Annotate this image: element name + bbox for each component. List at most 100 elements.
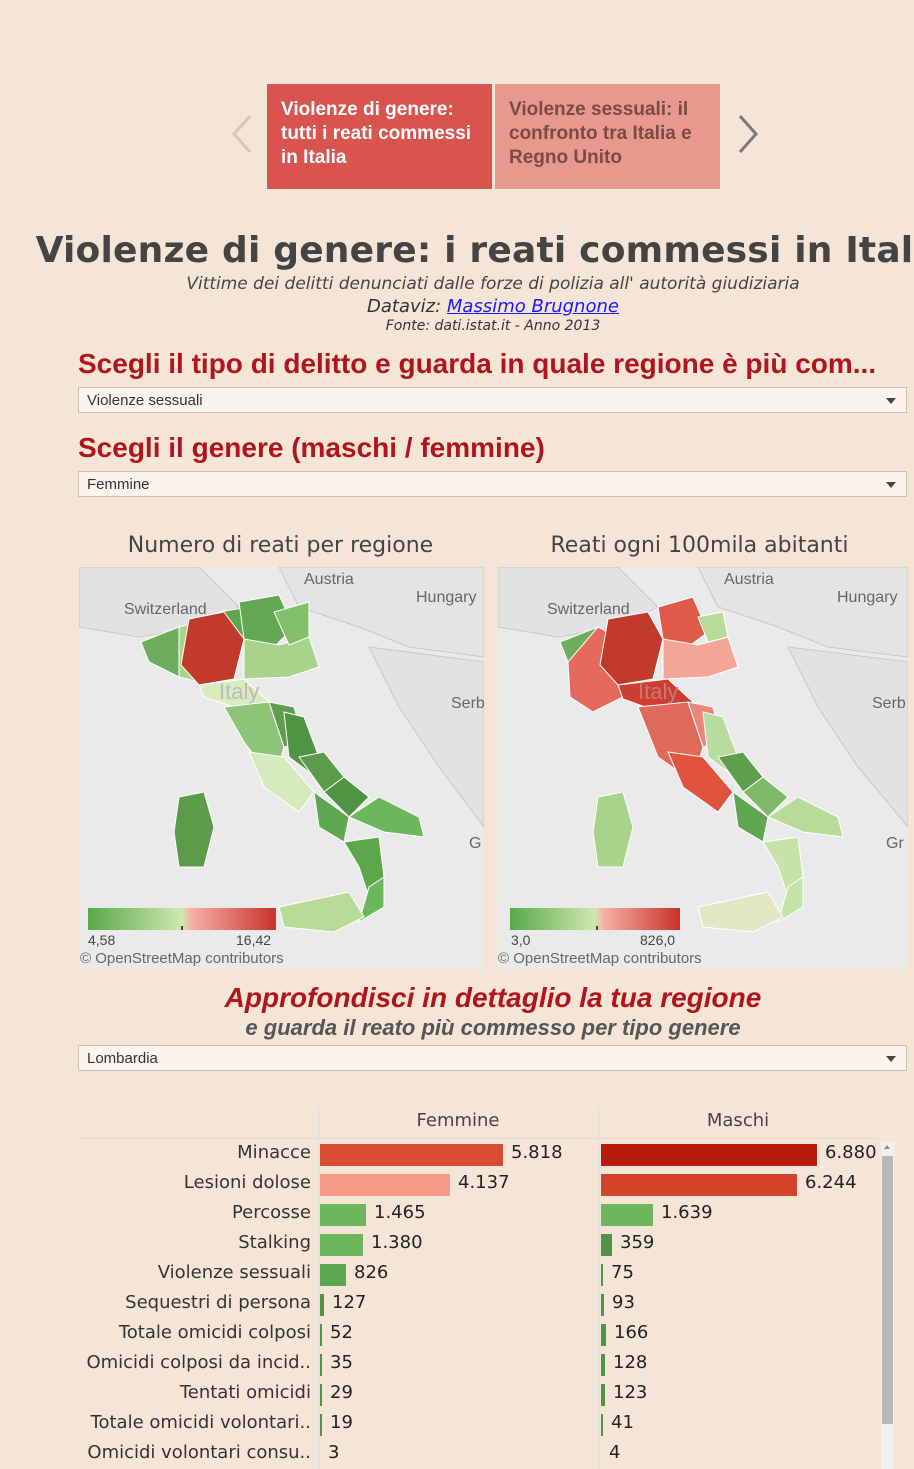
- row-label: Sequestri di persona: [125, 1292, 311, 1313]
- map-title-rate: Reati ogni 100mila abitanti: [550, 533, 849, 558]
- dataviz-prefix: Dataviz:: [367, 296, 447, 317]
- bar-femmine[interactable]: [320, 1174, 450, 1196]
- row-label: Percosse: [231, 1202, 311, 1223]
- bar-value-label: 166: [614, 1322, 649, 1343]
- bar-femmine[interactable]: [320, 1204, 366, 1226]
- bar-femmine[interactable]: [320, 1264, 346, 1286]
- map-label-serbia: Serb: [451, 695, 484, 712]
- bar-femmine[interactable]: [320, 1234, 363, 1256]
- row-label: Violenze sessuali: [157, 1262, 311, 1283]
- crime-type-heading: Scegli il tipo di delitto e guarda in qu…: [78, 348, 877, 379]
- bar-femmine[interactable]: [320, 1354, 322, 1376]
- bar-value-label: 826: [354, 1262, 389, 1283]
- column-divider: [598, 1107, 599, 1469]
- map-rate-legend-min: 3,0: [511, 932, 531, 948]
- detail-subtitle: e guarda il reato più commesso per tipo …: [245, 1015, 741, 1040]
- bar-value-label: 52: [330, 1322, 353, 1343]
- gender-dropdown[interactable]: Femmine: [78, 471, 907, 497]
- row-label: Lesioni dolose: [183, 1172, 311, 1193]
- row-label: Omicidi colposi da incid..: [86, 1352, 311, 1373]
- table-scrollbar[interactable]: [881, 1142, 894, 1469]
- scroll-thumb[interactable]: [882, 1156, 893, 1424]
- bar-value-label: 6.244: [805, 1172, 857, 1193]
- bar-value-label: 6.880: [825, 1142, 877, 1163]
- chevron-down-icon: [886, 482, 896, 488]
- bar-value-label: 29: [330, 1382, 353, 1403]
- page-title: Violenze di genere: i reati commessi in …: [35, 230, 914, 271]
- bar-value-label: 127: [332, 1292, 367, 1313]
- bar-femmine[interactable]: [320, 1384, 322, 1406]
- data-source: Fonte: dati.istat.it - Anno 2013: [385, 318, 601, 334]
- map-rate-legend-bar: [510, 908, 680, 932]
- bar-value-label: 123: [613, 1382, 648, 1403]
- bar-value-label: 75: [611, 1262, 634, 1283]
- bar-maschi[interactable]: [601, 1384, 605, 1406]
- map-label-hungary: Hungary: [416, 589, 477, 606]
- bar-femmine[interactable]: [320, 1294, 324, 1316]
- map-label-switzerland: Switzerland: [124, 601, 207, 618]
- bar-value-label: 1.380: [371, 1232, 423, 1253]
- bar-maschi[interactable]: [601, 1354, 605, 1376]
- bar-femmine[interactable]: [320, 1324, 322, 1346]
- bar-value-label: 19: [330, 1412, 353, 1433]
- story-tab-label: Violenze di genere: tutti i reati commes…: [281, 99, 472, 168]
- bar-value-label: 4: [609, 1442, 621, 1463]
- map-title-count: Numero di reati per regione: [127, 533, 434, 558]
- row-label: Minacce: [237, 1142, 311, 1163]
- map-label-switzerland: Switzerland: [547, 601, 630, 618]
- region-dropdown[interactable]: Lombardia: [78, 1045, 907, 1071]
- page-subtitle: Vittime dei delitti denunciati dalle for…: [186, 274, 800, 294]
- bar-maschi[interactable]: [601, 1414, 603, 1436]
- author-link[interactable]: Massimo Brugnone: [447, 296, 619, 317]
- map-count-legend-max: 16,42: [236, 932, 272, 948]
- bar-value-label: 93: [612, 1292, 635, 1313]
- detail-title: Approfondisci in dettaglio la tua region…: [224, 982, 762, 1013]
- bar-maschi[interactable]: [601, 1174, 797, 1196]
- map-label-italy: Italy: [638, 679, 679, 704]
- bar-value-label: 4.137: [458, 1172, 510, 1193]
- gender-selected-value: Femmine: [87, 476, 150, 493]
- story-tab-sexual-violence-comparison[interactable]: Violenze sessuali: il confronto tra Ital…: [495, 84, 720, 189]
- scroll-up-icon[interactable]: [884, 1145, 890, 1149]
- dataviz-credit: Dataviz: Massimo Brugnone: [0, 296, 914, 317]
- crime-type-dropdown[interactable]: Violenze sessuali: [78, 387, 907, 413]
- crime-type-selected-value: Violenze sessuali: [87, 392, 203, 409]
- bar-femmine[interactable]: [320, 1144, 503, 1166]
- next-story-arrow-icon[interactable]: [734, 112, 762, 156]
- map-count-legend-bar: [88, 908, 276, 932]
- bar-value-label: 41: [611, 1412, 634, 1433]
- bar-femmine[interactable]: [320, 1414, 322, 1436]
- bar-maschi[interactable]: [601, 1234, 612, 1256]
- bar-maschi[interactable]: [601, 1324, 606, 1346]
- map-rate-credit: © OpenStreetMap contributors: [498, 950, 702, 967]
- map-label-austria: Austria: [724, 571, 774, 588]
- region-selected-value: Lombardia: [87, 1050, 158, 1067]
- bar-value-label: 3: [328, 1442, 340, 1463]
- bar-value-label: 1.465: [374, 1202, 426, 1223]
- map-count-credit: © OpenStreetMap contributors: [80, 950, 284, 967]
- row-label: Tentati omicidi: [179, 1382, 311, 1403]
- chevron-down-icon: [886, 1056, 896, 1062]
- bar-value-label: 5.818: [511, 1142, 563, 1163]
- map-label-austria: Austria: [304, 571, 354, 588]
- previous-story-arrow-icon[interactable]: [228, 112, 256, 156]
- bar-maschi[interactable]: [601, 1294, 604, 1316]
- map-label-greece: Gr: [886, 835, 904, 852]
- map-label-hungary: Hungary: [837, 589, 898, 606]
- map-label-serbia: Serb: [872, 695, 906, 712]
- bar-maschi[interactable]: [601, 1264, 603, 1286]
- gender-heading: Scegli il genere (maschi / femmine): [78, 432, 545, 463]
- bar-value-label: 359: [620, 1232, 655, 1253]
- bar-value-label: 128: [613, 1352, 648, 1373]
- bar-maschi[interactable]: [601, 1204, 653, 1226]
- bar-maschi[interactable]: [601, 1144, 817, 1166]
- story-tab-gender-violence[interactable]: Violenze di genere: tutti i reati commes…: [267, 84, 492, 189]
- bar-value-label: 1.639: [661, 1202, 713, 1223]
- map-count-legend-min: 4,58: [88, 932, 116, 948]
- chevron-down-icon: [886, 398, 896, 404]
- map-label-greece: G: [469, 835, 482, 852]
- row-label: Stalking: [238, 1232, 311, 1253]
- map-label-italy: Italy: [219, 679, 260, 704]
- column-divider: [318, 1107, 319, 1469]
- column-header-femmine: Femmine: [416, 1110, 500, 1131]
